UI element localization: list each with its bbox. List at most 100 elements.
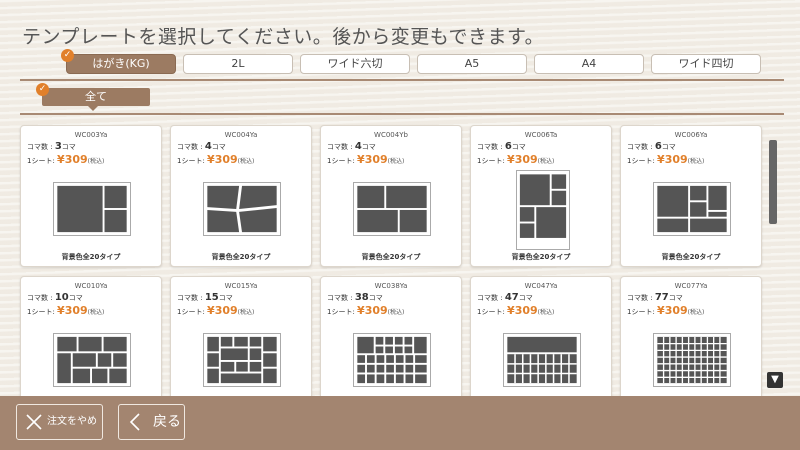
sheet-label: 1シート: xyxy=(477,157,505,165)
template-card[interactable]: WC006Ta コマ数 : 6コマ 1シート: ¥309(税込) 背景色全20タ… xyxy=(470,125,612,267)
sheet-label: 1シート: xyxy=(177,157,205,165)
template-card[interactable]: WC003Ya コマ数 : 3コマ 1シート: ¥309(税込) 背景色全20タ… xyxy=(20,125,162,267)
cancel-order-button[interactable]: 注文をやめる xyxy=(16,404,103,440)
sheet-label: 1シート: xyxy=(327,157,355,165)
price: ¥309 xyxy=(57,153,88,166)
tax-label: (税込) xyxy=(237,158,255,165)
koma-count: 4 xyxy=(204,141,212,152)
tab-hagaki[interactable]: はがき(KG) xyxy=(66,54,176,74)
close-x-icon xyxy=(26,414,42,430)
template-card[interactable]: WC004Yb コマ数 : 4コマ 1シート: ¥309(税込) 背景色全20タ… xyxy=(320,125,462,267)
scrollbar[interactable]: ▼ xyxy=(767,120,783,396)
tax-label: (税込) xyxy=(687,309,705,316)
tab-a5[interactable]: A5 xyxy=(417,54,527,74)
koma-unit: コマ xyxy=(518,294,533,302)
tax-label: (税込) xyxy=(537,158,555,165)
back-label: 戻る xyxy=(153,414,181,430)
price: ¥309 xyxy=(357,304,388,317)
tax-label: (税込) xyxy=(687,158,705,165)
koma-count: 47 xyxy=(504,292,519,303)
background-type-label: 背景色全20タイプ xyxy=(511,253,571,261)
template-card[interactable]: WC006Ya コマ数 : 6コマ 1シート: ¥309(税込) 背景色全20タ… xyxy=(620,125,762,267)
template-card[interactable]: WC010Ya コマ数 : 10コマ 1シート: ¥309(税込) xyxy=(20,276,162,396)
koma-unit: コマ xyxy=(68,294,83,302)
tab-wide-yotsugiri[interactable]: ワイド四切 xyxy=(651,54,761,74)
check-icon: ✓ xyxy=(61,49,74,62)
price: ¥309 xyxy=(207,304,238,317)
layout-thumbnail xyxy=(516,170,570,250)
price: ¥309 xyxy=(507,304,538,317)
price: ¥309 xyxy=(507,153,538,166)
template-card[interactable]: WC047Ya コマ数 : 47コマ 1シート: ¥309(税込) xyxy=(470,276,612,396)
triangle-down-icon[interactable]: ▼ xyxy=(767,372,783,388)
koma-label: コマ数 xyxy=(327,294,348,302)
price: ¥309 xyxy=(357,153,388,166)
koma-unit: コマ xyxy=(661,143,676,151)
background-type-label: 背景色全20タイプ xyxy=(661,253,721,261)
layout-thumbnail xyxy=(353,182,431,236)
tax-label: (税込) xyxy=(387,309,405,316)
template-card[interactable]: WC038Ya コマ数 : 38コマ 1シート: ¥309(税込) xyxy=(320,276,462,396)
template-card[interactable]: WC077Ya コマ数 : 77コマ 1シート: ¥309(税込) xyxy=(620,276,762,396)
sheet-label: 1シート: xyxy=(27,308,55,316)
layout-thumbnail xyxy=(203,333,281,387)
koma-label: コマ数 xyxy=(327,143,348,151)
koma-count: 3 xyxy=(54,141,62,152)
sheet-label: 1シート: xyxy=(627,157,655,165)
tab-2l[interactable]: 2L xyxy=(183,54,293,74)
scrollbar-thumb[interactable] xyxy=(769,140,777,224)
koma-label: コマ数 xyxy=(177,294,198,302)
category-tab-all[interactable]: 全て xyxy=(42,88,150,106)
background-type-label: 背景色全20タイプ xyxy=(211,253,271,261)
background-type-label: 背景色全20タイプ xyxy=(61,253,121,261)
cancel-order-label: 注文をやめる xyxy=(47,416,97,427)
layout-thumbnail xyxy=(203,182,281,236)
size-tabs: はがき(KG) 2L ワイド六切 A5 A4 ワイド四切 xyxy=(66,54,786,78)
layout-thumbnail xyxy=(53,333,131,387)
category-divider xyxy=(20,113,784,115)
tax-label: (税込) xyxy=(537,309,555,316)
template-code: WC010Ya xyxy=(74,282,108,290)
koma-count: 6 xyxy=(504,141,512,152)
price: ¥309 xyxy=(657,153,688,166)
koma-label: コマ数 xyxy=(477,294,498,302)
price: ¥309 xyxy=(57,304,88,317)
template-code: WC047Ya xyxy=(524,282,558,290)
layout-thumbnail xyxy=(653,333,731,387)
template-card[interactable]: WC015Ya コマ数 : 15コマ 1シート: ¥309(税込) xyxy=(170,276,312,396)
template-code: WC038Ya xyxy=(374,282,408,290)
price: ¥309 xyxy=(207,153,238,166)
koma-unit: コマ xyxy=(361,143,376,151)
tab-a4[interactable]: A4 xyxy=(534,54,644,74)
koma-label: コマ数 xyxy=(627,143,648,151)
koma-unit: コマ xyxy=(511,143,526,151)
sheet-label: 1シート: xyxy=(627,308,655,316)
price: ¥309 xyxy=(657,304,688,317)
koma-count: 77 xyxy=(654,292,669,303)
template-card[interactable]: WC004Ya コマ数 : 4コマ 1シート: ¥309(税込) 背景色全20タ… xyxy=(170,125,312,267)
tab-wide-rokugiri[interactable]: ワイド六切 xyxy=(300,54,410,74)
koma-label: コマ数 xyxy=(177,143,198,151)
page-title: テンプレートを選択してください。後から変更もできます。 xyxy=(22,26,545,48)
koma-count: 10 xyxy=(54,292,69,303)
template-code: WC006Ya xyxy=(674,131,708,139)
koma-unit: コマ xyxy=(218,294,233,302)
koma-unit: コマ xyxy=(368,294,383,302)
koma-count: 15 xyxy=(204,292,219,303)
koma-label: コマ数 xyxy=(477,143,498,151)
koma-label: コマ数 xyxy=(627,294,648,302)
layout-thumbnail xyxy=(53,182,131,236)
layout-thumbnail xyxy=(653,182,731,236)
template-code: WC003Ya xyxy=(74,131,108,139)
sheet-label: 1シート: xyxy=(477,308,505,316)
koma-label: コマ数 xyxy=(27,143,48,151)
tax-label: (税込) xyxy=(87,158,105,165)
tax-label: (税込) xyxy=(387,158,405,165)
back-button[interactable]: 戻る xyxy=(118,404,185,440)
check-icon: ✓ xyxy=(36,83,49,96)
layout-thumbnail xyxy=(353,333,431,387)
template-code: WC006Ta xyxy=(524,131,558,139)
chevron-left-icon xyxy=(129,413,140,431)
sheet-label: 1シート: xyxy=(27,157,55,165)
koma-unit: コマ xyxy=(668,294,683,302)
